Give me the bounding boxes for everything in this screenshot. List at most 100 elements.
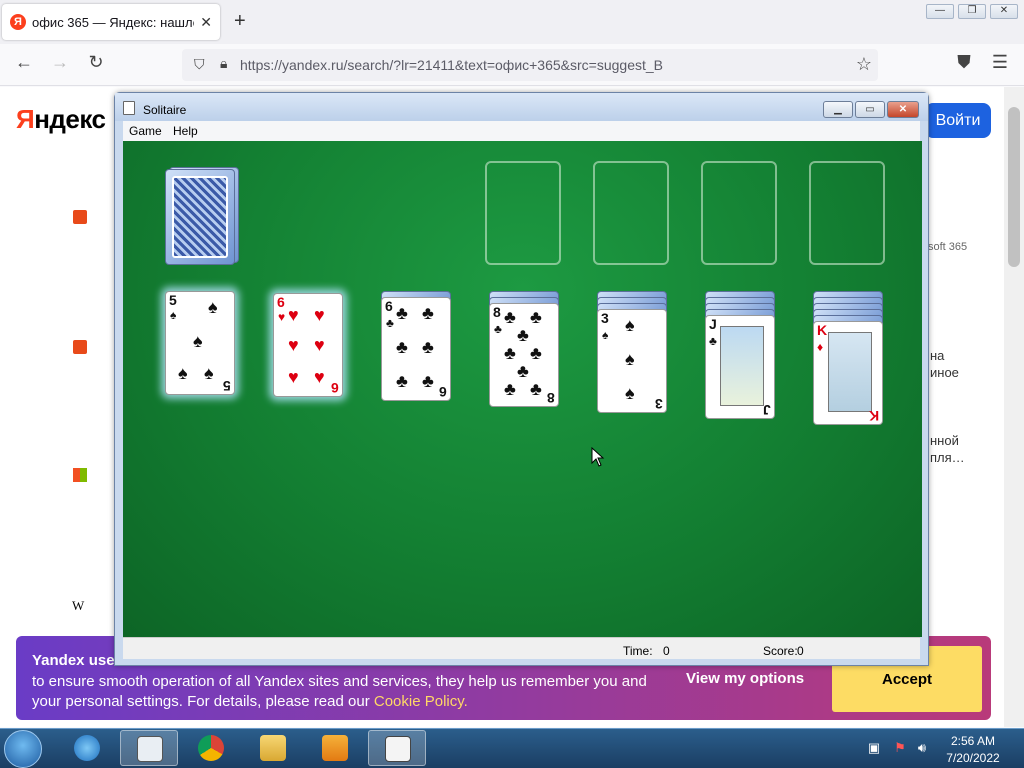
accept-label: Accept [881,670,933,688]
taskbar-explorer[interactable] [244,730,302,766]
card-rank: 5 [169,292,177,308]
card-rank: J [709,316,717,332]
action-center-icon[interactable]: ⚑ [892,740,908,756]
office-icon [73,210,87,224]
window-title: Solitaire [143,103,187,117]
heart-icon: ♥ [314,305,325,325]
tableau-card[interactable]: K ♦ K [813,321,883,425]
stock-pile[interactable] [165,169,235,265]
scrollbar-thumb[interactable] [1008,107,1020,267]
spade-icon: ♠ [602,328,609,342]
club-icon: ♣ [504,379,516,399]
taskbar-chrome[interactable] [182,730,240,766]
heart-icon: ♥ [314,335,325,355]
king-artwork [828,332,872,412]
close-tab-icon[interactable]: ✕ [200,14,212,31]
yandex-favicon-icon: Я [10,14,26,30]
score-label: Score: [763,644,798,658]
yandex-logo[interactable]: Яндекс [16,104,106,135]
solitaire-window[interactable]: Solitaire ▁ ▭ ✕ Game Help 5 ♠ ♠ ♠ ♠ ♠ 5 … [114,92,929,666]
card-rank: K [868,408,879,424]
tableau-card[interactable]: 8 ♣ ♣ ♣ ♣ ♣ ♣ ♣ ♣ ♣ 8 [489,303,559,407]
card-rank: 6 [331,380,339,396]
tableau-card[interactable]: J ♣ J [705,315,775,419]
browser-tab[interactable]: Я офис 365 — Яндекс: нашлось ✕ [2,4,220,40]
start-button[interactable] [4,730,42,768]
foundation-slot[interactable] [593,161,669,265]
game-board[interactable]: 5 ♠ ♠ ♠ ♠ ♠ 5 6 ♥ ♥ ♥ ♥ ♥ ♥ ♥ 6 6 ♣ ♣ ♣ … [123,141,922,637]
spade-icon: ♠ [208,297,218,317]
address-bar[interactable]: ⛉ 🔒︎ https://yandex.ru/search/?lr=21411&… [182,49,878,81]
time-label: Time: [623,644,653,658]
pocket-icon[interactable]: ⛊ [952,52,976,73]
heart-icon: ♥ [288,367,299,387]
lock-icon[interactable]: 🔒︎ [220,55,227,72]
clock-date: 7/20/2022 [946,751,1000,765]
foundation-slot[interactable] [485,161,561,265]
cookie-policy-link[interactable]: Cookie Policy. [374,693,468,710]
foundation-slot[interactable] [809,161,885,265]
minimize-button[interactable]: — [926,4,954,19]
menu-game[interactable]: Game [129,124,162,138]
club-icon: ♣ [709,334,717,348]
taskbar-media-player[interactable] [306,730,364,766]
card-rank: 8 [547,390,555,406]
club-icon: ♣ [530,379,542,399]
forward-icon[interactable]: → [48,52,72,73]
heart-icon: ♥ [288,335,299,355]
card-rank: 5 [223,378,231,394]
heart-icon: ♥ [288,305,299,325]
spade-icon: ♠ [625,349,635,369]
restore-button[interactable]: ❐ [958,4,986,19]
club-icon: ♣ [396,371,408,391]
page-scrollbar[interactable] [1004,87,1024,727]
menu-help[interactable]: Help [173,124,198,138]
tableau-card[interactable]: 6 ♥ ♥ ♥ ♥ ♥ ♥ ♥ 6 [273,293,343,397]
menu-bar: Game Help [123,121,920,141]
solitaire-titlebar[interactable]: Solitaire ▁ ▭ ✕ [115,93,928,121]
microsoft-icon [73,468,87,482]
login-button[interactable]: Войти [925,103,991,138]
diamond-icon: ♦ [817,340,824,354]
tableau-card[interactable]: 6 ♣ ♣ ♣ ♣ ♣ ♣ ♣ 6 [381,297,451,401]
network-icon[interactable]: ▣ [866,740,882,756]
shield-icon[interactable]: ⛉ [194,56,205,73]
reload-icon[interactable]: ↻ [84,52,108,73]
close-button[interactable]: ✕ [887,101,919,118]
club-icon: ♣ [494,322,502,336]
taskbar-solitaire[interactable] [368,730,426,766]
club-icon: ♣ [422,371,434,391]
snippet: нной [930,433,959,448]
folder-icon [260,735,286,761]
spade-icon: ♠ [170,308,177,322]
taskbar-notepad[interactable] [120,730,178,766]
system-clock[interactable]: 2:56 AM 7/20/2022 [938,733,1008,767]
foundation-slot[interactable] [701,161,777,265]
view-options-button[interactable]: View my options [686,670,804,687]
club-icon: ♣ [422,303,434,323]
menu-icon[interactable]: ☰ [988,52,1012,73]
tableau-card[interactable]: 5 ♠ ♠ ♠ ♠ ♠ 5 [165,291,235,395]
back-icon[interactable]: ← [12,52,36,73]
solitaire-icon [385,736,411,762]
club-icon: ♣ [504,343,516,363]
maximize-button[interactable]: ▭ [855,101,885,118]
snippet: пля… [930,450,965,465]
card-rank: 6 [277,294,285,310]
clock-time: 2:56 AM [950,734,996,748]
minimize-button[interactable]: ▁ [823,101,853,118]
club-icon: ♣ [386,316,394,330]
club-icon: ♣ [396,337,408,357]
card-rank: 3 [655,396,663,412]
new-tab-button[interactable]: + [234,10,246,33]
score-value: 0 [797,644,804,658]
internet-explorer-icon [74,735,100,761]
taskbar-ie[interactable] [58,730,116,766]
volume-icon[interactable]: 🔊︎ [914,740,930,756]
close-window-button[interactable]: ✕ [990,4,1018,19]
club-icon: ♣ [422,337,434,357]
star-icon[interactable]: ☆ [856,54,872,75]
tableau-card[interactable]: 3 ♠ ♠ ♠ ♠ 3 [597,309,667,413]
heart-icon: ♥ [278,310,286,324]
url-text: https://yandex.ru/search/?lr=21411&text=… [240,57,664,73]
